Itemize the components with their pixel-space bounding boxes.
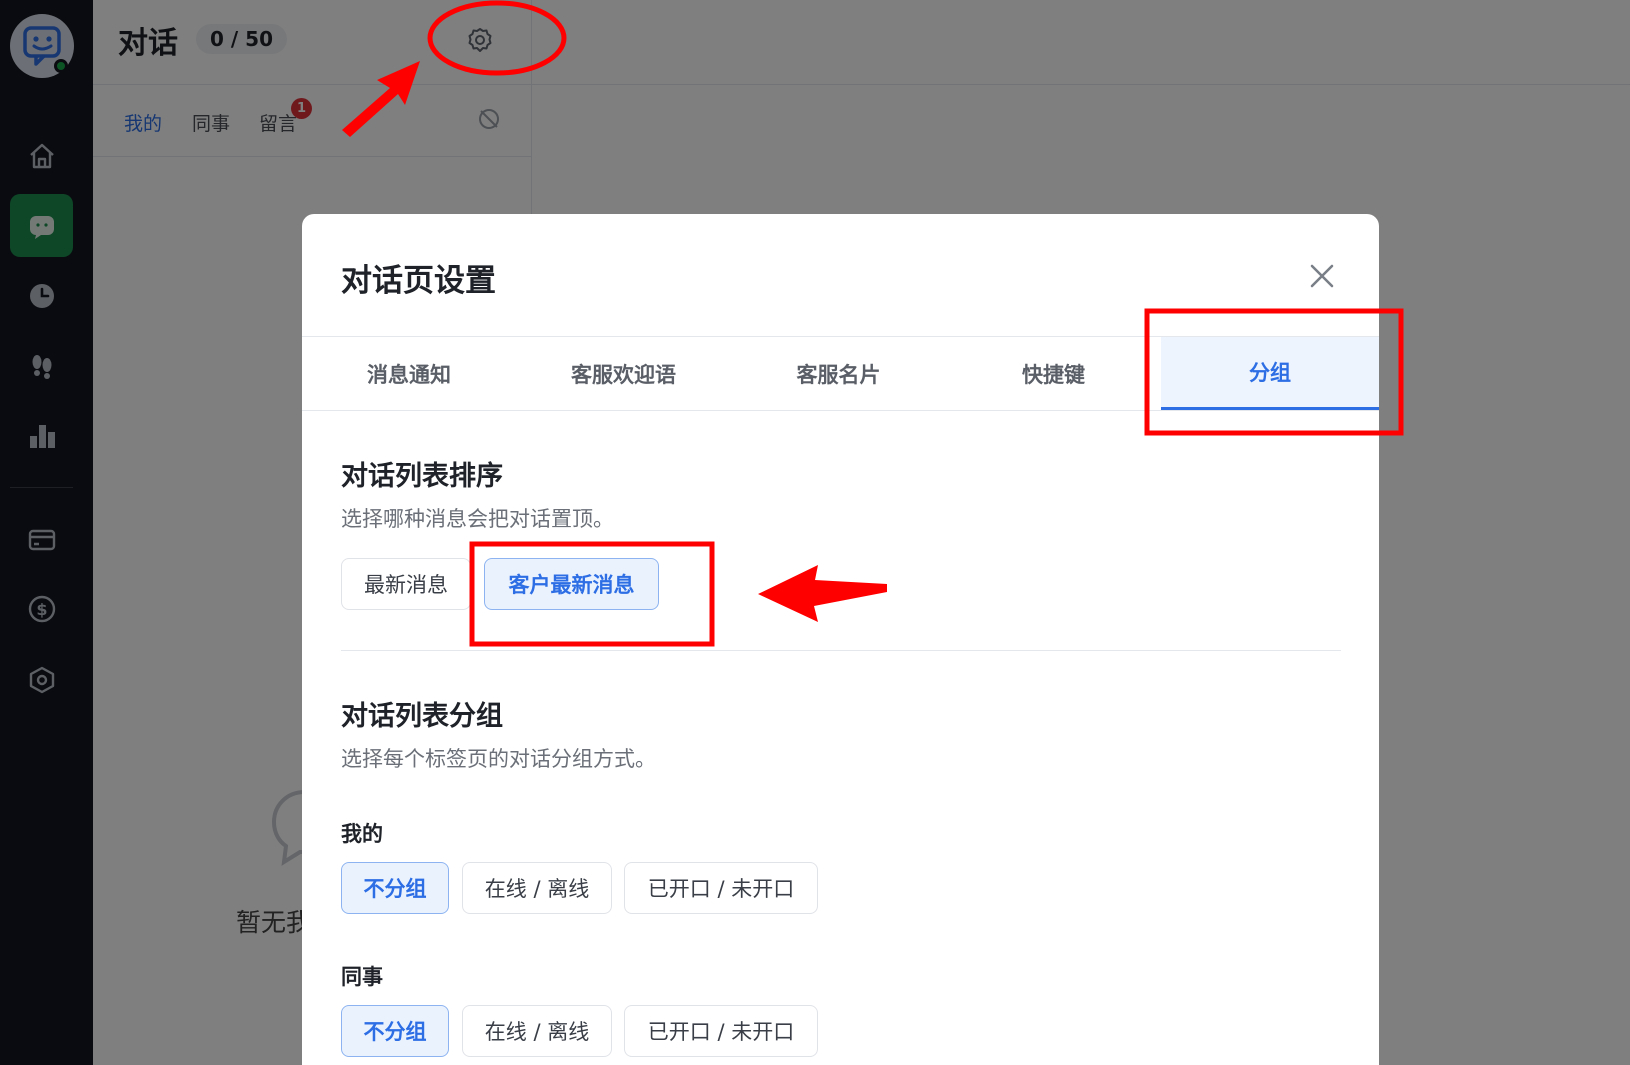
annotation-layer [342, 0, 1404, 647]
gear-highlight-ellipse [427, 0, 567, 76]
option-pointer-arrow [758, 565, 887, 622]
gear-pointer-arrow [342, 61, 420, 137]
group-tab-highlight-box [1144, 308, 1404, 436]
option-highlight-box [469, 541, 715, 647]
